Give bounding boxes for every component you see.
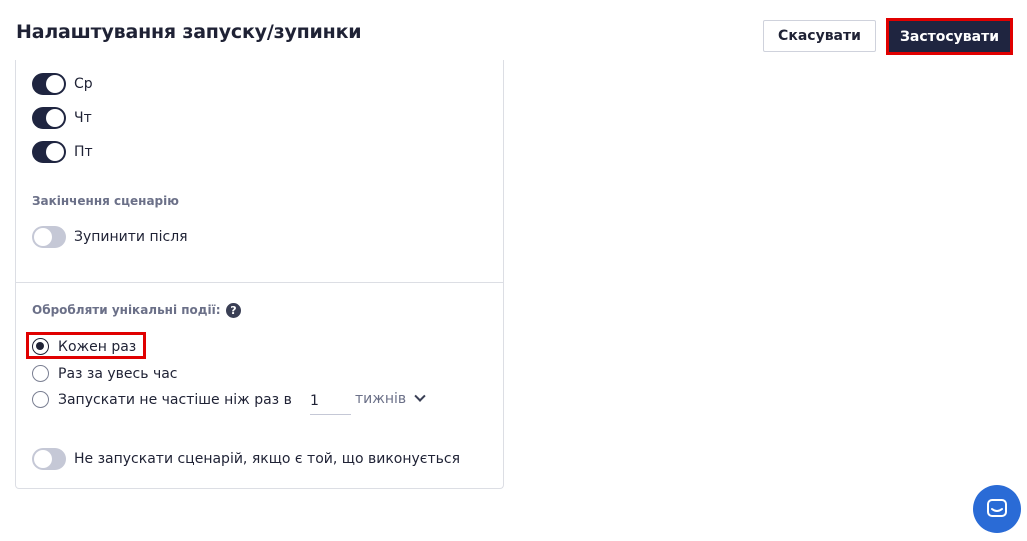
no-parallel-row: Не запускати сценарій, якщо є той, що ви… <box>32 448 460 470</box>
day-toggle-row-wed: Ср <box>32 73 93 95</box>
question-circle-icon[interactable]: ? <box>226 303 241 318</box>
day-toggle-thu[interactable] <box>32 107 66 129</box>
radio-option-every-time[interactable]: Кожен раз <box>32 338 136 355</box>
radio-option-interval[interactable]: Запускати не частіше ніж раз в <box>32 391 292 408</box>
day-toggle-row-fri: Пт <box>32 141 93 163</box>
stop-after-label: Зупинити після <box>74 229 188 245</box>
page-title: Налаштування запуску/зупинки <box>16 21 362 43</box>
chevron-down-icon <box>414 390 426 402</box>
apply-button[interactable]: Застосувати <box>889 21 1010 52</box>
scenario-end-label: Закінчення сценарію <box>32 194 179 208</box>
chat-icon <box>987 499 1007 517</box>
stop-after-toggle[interactable] <box>32 226 66 248</box>
interval-value-input[interactable] <box>310 388 351 415</box>
no-parallel-toggle[interactable] <box>32 448 66 470</box>
no-parallel-label: Не запускати сценарій, якщо є той, що ви… <box>74 451 460 467</box>
settings-panel: Ср Чт Пт Закінчення сценарію Зупинити пі… <box>15 60 504 489</box>
radio-label-every-time: Кожен раз <box>58 338 137 355</box>
apply-button-highlight: Застосувати <box>886 18 1013 55</box>
interval-unit-select[interactable]: тижнів <box>355 390 426 407</box>
unique-events-label: Обробляти унікальні події: <box>32 303 221 317</box>
day-label-wed: Ср <box>74 76 93 92</box>
cancel-button[interactable]: Скасувати <box>763 20 876 52</box>
day-toggle-fri[interactable] <box>32 141 66 163</box>
radio-label-interval: Запускати не частіше ніж раз в <box>58 391 292 408</box>
day-label-thu: Чт <box>74 110 92 126</box>
interval-unit-label: тижнів <box>355 391 407 407</box>
radio-option-once[interactable]: Раз за увесь час <box>32 365 178 382</box>
section-divider <box>16 282 503 283</box>
radio-every-time[interactable] <box>32 338 49 355</box>
radio-interval[interactable] <box>32 391 49 408</box>
stop-after-row: Зупинити після <box>32 226 188 248</box>
chat-widget-button[interactable] <box>973 485 1021 533</box>
day-toggle-wed[interactable] <box>32 73 66 95</box>
radio-label-once: Раз за увесь час <box>58 365 178 382</box>
radio-once[interactable] <box>32 365 49 382</box>
day-label-fri: Пт <box>74 144 93 160</box>
day-toggle-row-thu: Чт <box>32 107 92 129</box>
